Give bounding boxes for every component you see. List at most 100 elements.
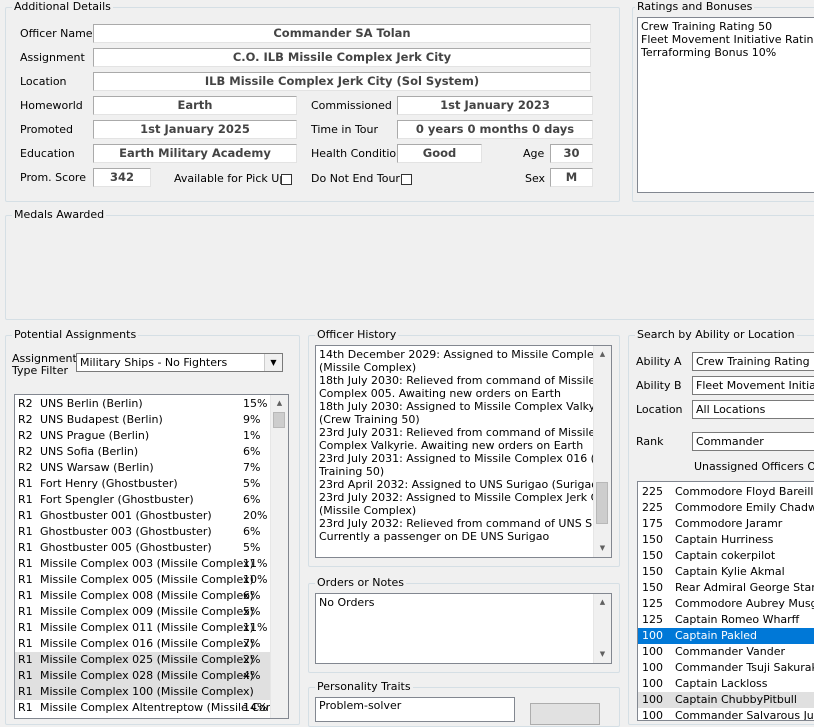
officer-name: Captain Hurriness: [675, 533, 774, 546]
officer-history-title: Officer History: [315, 328, 399, 342]
officer-result-row[interactable]: 125 Commodore Aubrey Musgrove: [638, 596, 814, 612]
history-line: 23rd April 2032: Assigned to UNS Surigao…: [319, 478, 603, 491]
assignment-percent: 6%: [243, 445, 261, 458]
filter-label: Assignment Type Filter: [12, 353, 77, 377]
assignment-rank: R1: [18, 509, 33, 522]
officer-result-row[interactable]: 175 Commodore Jaramr: [638, 516, 814, 532]
assignment-row[interactable]: R1 Missile Complex 008 (Missile Complex) 6…: [15, 588, 271, 604]
assignment-row[interactable]: R1 Ghostbuster 003 (Ghostbuster) 6%: [15, 524, 271, 540]
officer-name: Commander Tsuji Sakurako: [675, 661, 814, 674]
officer-result-row[interactable]: 100 Captain Pakled: [638, 628, 814, 644]
ability-a-select[interactable]: Crew Training Rating: [692, 352, 814, 371]
assignment-row[interactable]: R1 Missile Complex 011 (Missile Complex) 1…: [15, 620, 271, 636]
do-not-end-checkbox[interactable]: [401, 174, 412, 185]
assignment-percent: 7%: [243, 637, 261, 650]
assignment-row[interactable]: R1 Ghostbuster 005 (Ghostbuster) 5%: [15, 540, 271, 556]
rating-line: Crew Training Rating 50: [641, 20, 773, 33]
rating-line: Terraforming Bonus 10%: [641, 46, 777, 59]
officer-score: 100: [642, 629, 663, 642]
potential-assignments-scrollbar[interactable]: ▲: [270, 395, 288, 718]
assignment-row[interactable]: R1 Ghostbuster 001 (Ghostbuster) 20%: [15, 508, 271, 524]
pickup-checkbox[interactable]: [281, 174, 292, 185]
officer-result-row[interactable]: 100 Commander Salvarous Jurkie: [638, 708, 814, 720]
assignment-percent: 5%: [243, 477, 261, 490]
officer-history-textbox[interactable]: 14th December 2029: Assigned to Missile …: [315, 345, 612, 558]
ability-b-select[interactable]: Fleet Movement Initiative: [692, 376, 814, 395]
prom-score-label: Prom. Score: [20, 171, 86, 184]
search-location-select[interactable]: All Locations: [692, 400, 814, 419]
assignment-row[interactable]: R2 UNS Sofia (Berlin) 6%: [15, 444, 271, 460]
officer-result-row[interactable]: 100 Commander Vander: [638, 644, 814, 660]
assignment-rank: R1: [18, 493, 33, 506]
officer-name: Commodore Emily Chadwick: [675, 501, 814, 514]
rank-select[interactable]: Commander: [692, 432, 814, 451]
history-line: 23rd July 2031: Relieved from command of…: [319, 426, 596, 439]
scroll-up-icon[interactable]: ▲: [594, 346, 611, 363]
assignment-name: Missile Complex 028 (Missile Complex): [40, 669, 254, 682]
scroll-down-icon[interactable]: ▼: [594, 646, 611, 663]
assignment-row[interactable]: R1 Fort Spengler (Ghostbuster) 6%: [15, 492, 271, 508]
assignment-percent: 20%: [243, 509, 268, 522]
officer-name: Captain ChubbyPitbull: [675, 693, 797, 706]
scroll-thumb[interactable]: [596, 482, 608, 524]
assignment-row[interactable]: R1 Missile Complex 016 (Missile Complex) 7…: [15, 636, 271, 652]
medals-title: Medals Awarded: [12, 208, 107, 222]
assignment-rank: R2: [18, 461, 33, 474]
ability-b-value: Fleet Movement Initiative: [696, 379, 814, 392]
officer-result-row[interactable]: 150 Captain Kylie Akmal: [638, 564, 814, 580]
officer-result-row[interactable]: 150 Captain Hurriness: [638, 532, 814, 548]
orders-scrollbar[interactable]: ▲ ▼: [593, 594, 611, 663]
history-line: (Missile Complex): [319, 361, 417, 374]
assignment-row[interactable]: R1 Missile Complex 005 (Missile Complex) 1…: [15, 572, 271, 588]
assignment-row[interactable]: R1 Missile Complex 100 (Missile Complex): [15, 684, 271, 700]
education-field: Earth Military Academy: [93, 144, 297, 163]
assignment-row[interactable]: R2 UNS Berlin (Berlin) 15%: [15, 396, 271, 412]
officer-result-row[interactable]: 150 Rear Admiral George Stansbe: [638, 580, 814, 596]
assignment-rank: R1: [18, 685, 33, 698]
orders-text: No Orders: [319, 596, 375, 609]
search-title: Search by Ability or Location: [635, 328, 797, 342]
officer-result-row[interactable]: 150 Captain cokerpilot: [638, 548, 814, 564]
assignment-row[interactable]: R1 Missile Complex 009 (Missile Complex) 5…: [15, 604, 271, 620]
officer-result-row[interactable]: 225 Commodore Floyd Bareilles: [638, 484, 814, 500]
assignment-percent: 9%: [243, 413, 261, 426]
assignment-row[interactable]: R1 Fort Henry (Ghostbuster) 5%: [15, 476, 271, 492]
search-results-list[interactable]: 225 Commodore Floyd Bareilles 225 Commodore…: [637, 481, 814, 721]
scroll-down-icon[interactable]: ▼: [594, 540, 611, 557]
potential-assignments-list[interactable]: R2 UNS Berlin (Berlin) 15% R2 UNS Budapest (…: [14, 394, 289, 719]
officer-result-row[interactable]: 100 Captain Lackloss: [638, 676, 814, 692]
officer-result-row[interactable]: 100 Commander Tsuji Sakurako: [638, 660, 814, 676]
ratings-textbox[interactable]: Crew Training Rating 50 Fleet Movement I…: [637, 17, 814, 193]
scroll-thumb[interactable]: [273, 412, 285, 428]
promoted-label: Promoted: [20, 123, 73, 136]
chevron-down-icon[interactable]: ▼: [264, 354, 282, 371]
assignment-type-filter[interactable]: Military Ships - No Fighters ▼: [76, 353, 283, 372]
assignment-name: Fort Spengler (Ghostbuster): [40, 493, 194, 506]
officer-name-field: Commander SA Tolan: [93, 24, 591, 43]
officer-result-row[interactable]: 100 Captain ChubbyPitbull: [638, 692, 814, 708]
assignment-row[interactable]: R2 UNS Prague (Berlin) 1%: [15, 428, 271, 444]
personality-textbox[interactable]: Problem-solver: [315, 697, 515, 722]
orders-textbox[interactable]: No Orders ▲ ▼: [315, 593, 612, 664]
potential-assignments-title: Potential Assignments: [12, 328, 139, 342]
assignment-name: UNS Sofia (Berlin): [40, 445, 139, 458]
officer-history-scrollbar[interactable]: ▲ ▼: [593, 346, 611, 557]
education-label: Education: [20, 147, 75, 160]
assignment-row[interactable]: R2 UNS Budapest (Berlin) 9%: [15, 412, 271, 428]
officer-result-row[interactable]: 225 Commodore Emily Chadwick: [638, 500, 814, 516]
officer-name: Commodore Aubrey Musgrove: [675, 597, 814, 610]
history-line: 23rd July 2032: Assigned to Missile Comp…: [319, 491, 612, 504]
assignment-row[interactable]: R1 Missile Complex 025 (Missile Complex) 2…: [15, 652, 271, 668]
assignment-row[interactable]: R1 Missile Complex 028 (Missile Complex) 4…: [15, 668, 271, 684]
sex-label: Sex: [525, 172, 546, 185]
officer-result-row[interactable]: 125 Captain Romeo Wharff: [638, 612, 814, 628]
assignment-name: UNS Berlin (Berlin): [40, 397, 143, 410]
assignment-row[interactable]: R1 Missile Complex 003 (Missile Complex) 1…: [15, 556, 271, 572]
officer-score: 100: [642, 661, 663, 674]
assignment-name: Ghostbuster 001 (Ghostbuster): [40, 509, 212, 522]
scroll-up-icon[interactable]: ▲: [594, 594, 611, 611]
assignment-row[interactable]: R2 UNS Warsaw (Berlin) 7%: [15, 460, 271, 476]
personality-action-button[interactable]: [530, 703, 600, 725]
officer-score: 150: [642, 565, 663, 578]
scroll-up-icon[interactable]: ▲: [271, 395, 288, 412]
